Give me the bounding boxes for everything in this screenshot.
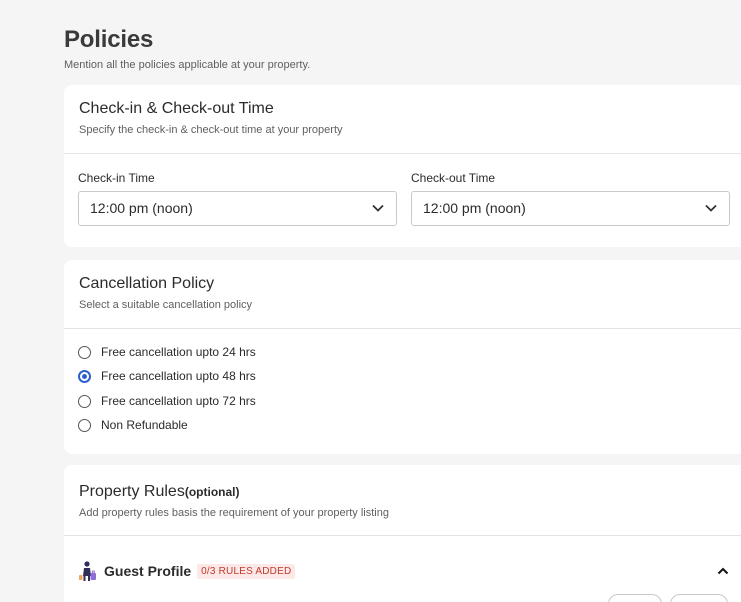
divider xyxy=(64,535,741,536)
guest-profile-title: Guest Profile xyxy=(104,563,192,579)
cancellation-option-non-refundable[interactable]: Non Refundable xyxy=(78,416,188,434)
radio-button-selected[interactable] xyxy=(78,369,91,383)
cancellation-option-24hrs[interactable]: Free cancellation upto 24 hrs xyxy=(78,343,256,361)
optional-tag: (optional) xyxy=(184,485,240,499)
cancellation-card: Cancellation Policy Select a suitable ca… xyxy=(64,260,741,454)
divider xyxy=(64,328,741,329)
property-rules-subtitle: Add property rules basis the requirement… xyxy=(79,507,389,519)
property-rules-card: Property Rules(optional) Add property ru… xyxy=(64,465,741,602)
cancellation-option-48hrs[interactable]: Free cancellation upto 48 hrs xyxy=(78,367,256,385)
divider xyxy=(64,153,741,154)
checkin-card-title: Check-in & Check-out Time xyxy=(79,100,274,117)
rules-added-badge: 0/3 RULES ADDED xyxy=(197,563,296,579)
cancellation-card-title: Cancellation Policy xyxy=(79,275,215,292)
policies-page: Policies Mention all the policies applic… xyxy=(64,0,741,602)
radio-button[interactable] xyxy=(78,345,91,359)
cancellation-option-72hrs[interactable]: Free cancellation upto 72 hrs xyxy=(78,392,256,410)
chevron-down-icon xyxy=(705,204,717,212)
page-subtitle: Mention all the policies applicable at y… xyxy=(64,59,311,71)
checkout-time-value: 12:00 pm (noon) xyxy=(423,200,526,216)
radio-label: Free cancellation upto 48 hrs xyxy=(101,369,256,383)
guest-profile-row[interactable]: Guest Profile 0/3 RULES ADDED xyxy=(78,560,296,582)
page-title: Policies xyxy=(64,26,154,53)
checkin-time-select[interactable]: 12:00 pm (noon) xyxy=(78,191,397,226)
checkin-time-value: 12:00 pm (noon) xyxy=(90,200,193,216)
radio-button[interactable] xyxy=(78,418,91,432)
radio-label: Non Refundable xyxy=(101,418,188,432)
cancellation-card-subtitle: Select a suitable cancellation policy xyxy=(79,299,253,311)
checkout-time-label: Check-out Time xyxy=(411,171,496,185)
chevron-down-icon xyxy=(372,204,384,212)
pill-button[interactable] xyxy=(608,594,662,602)
chevron-up-icon[interactable] xyxy=(716,564,730,578)
radio-button[interactable] xyxy=(78,394,91,408)
pill-button[interactable] xyxy=(670,594,728,602)
checkin-card: Check-in & Check-out Time Specify the ch… xyxy=(64,85,741,247)
checkin-time-label: Check-in Time xyxy=(78,171,155,185)
radio-label: Free cancellation upto 72 hrs xyxy=(101,394,256,408)
property-rules-title: Property Rules(optional) xyxy=(79,483,741,501)
checkin-card-subtitle: Specify the check-in & check-out time at… xyxy=(79,124,343,136)
checkout-time-select[interactable]: 12:00 pm (noon) xyxy=(411,191,730,226)
property-rules-title-text: Property Rules xyxy=(79,483,185,500)
guest-luggage-icon xyxy=(79,561,96,581)
radio-label: Free cancellation upto 24 hrs xyxy=(101,345,256,359)
